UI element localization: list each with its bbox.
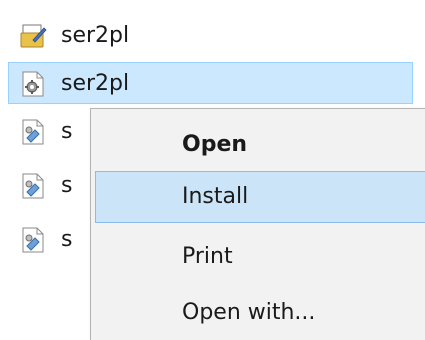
menu-item-label: Open with... <box>182 300 316 325</box>
menu-item-label: Install <box>182 184 249 209</box>
file-name: s <box>61 119 73 144</box>
file-name: ser2pl <box>61 71 130 96</box>
file-name: ser2pl <box>61 23 130 48</box>
config-file-icon <box>22 173 44 199</box>
menu-item-label: Open <box>182 132 248 157</box>
menu-item-print[interactable]: Print <box>95 231 425 283</box>
menu-item-install[interactable]: Install <box>95 171 425 223</box>
file-name: s <box>61 227 73 252</box>
config-file-icon <box>22 227 44 253</box>
file-item-ser2pl-batch[interactable]: ser2pl <box>8 14 413 56</box>
settings-file-icon <box>22 71 44 97</box>
menu-item-open[interactable]: Open <box>95 119 425 171</box>
config-file-icon <box>22 119 44 145</box>
file-item-ser2pl-settings[interactable]: ser2pl <box>8 62 413 104</box>
batch-file-icon <box>20 24 47 48</box>
menu-item-label: Print <box>182 244 233 269</box>
context-menu: Open Install Print Open with... <box>90 108 425 340</box>
file-name: s <box>61 173 73 198</box>
menu-item-open-with[interactable]: Open with... <box>95 287 425 339</box>
